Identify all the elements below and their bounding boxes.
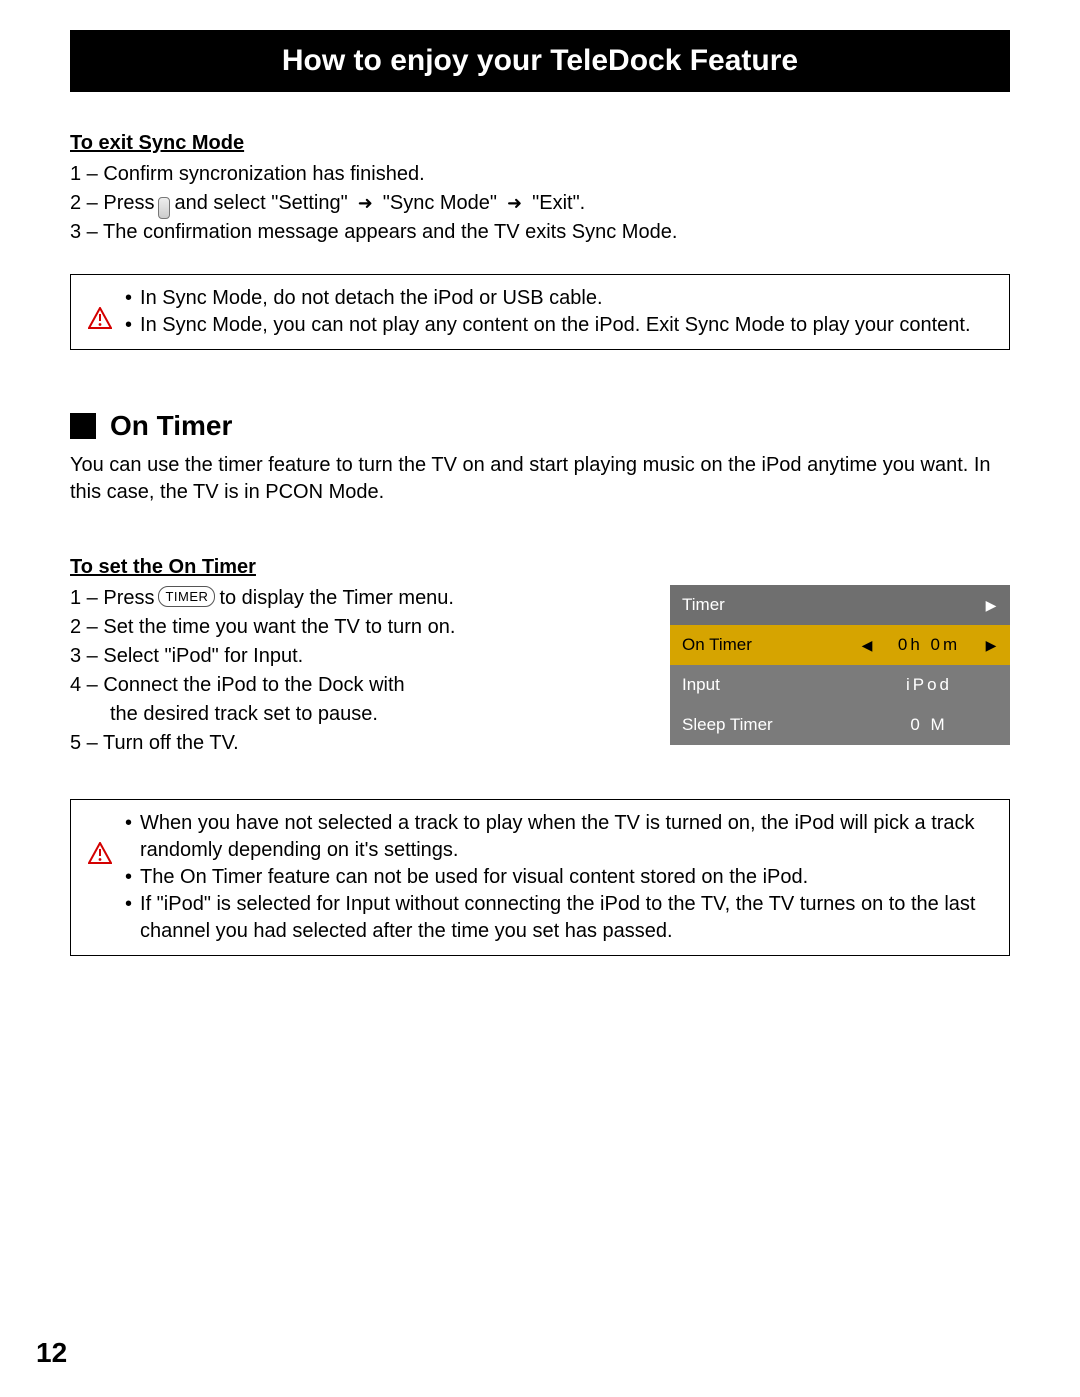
chevron-right-icon: ▶ — [984, 637, 998, 654]
step2-pre: 2 – Press — [70, 190, 154, 217]
osd-on-timer-label: On Timer — [682, 635, 860, 655]
on-timer-step-4: 4 – Connect the iPod to the Dock with — [70, 672, 630, 699]
warning-bullet: •When you have not selected a track to p… — [125, 810, 995, 864]
warning-bullet: •In Sync Mode, you can not play any cont… — [125, 312, 995, 339]
osd-input-row: Input iPod — [670, 665, 1010, 705]
on-timer-step-2: 2 – Set the time you want the TV to turn… — [70, 614, 630, 641]
remote-button-icon — [158, 197, 170, 219]
osd-sleep-label: Sleep Timer — [682, 715, 860, 735]
on-timer-warning-box: •When you have not selected a track to p… — [70, 799, 1010, 956]
warning-bullet: •If "iPod" is selected for Input without… — [125, 891, 995, 945]
page-number: 12 — [36, 1337, 67, 1369]
chevron-right-icon: ▶ — [984, 597, 998, 614]
on-timer-intro: You can use the timer feature to turn th… — [70, 452, 1010, 506]
warning-bullet: •In Sync Mode, do not detach the iPod or… — [125, 285, 995, 312]
arrow-right-icon: ➜ — [358, 191, 373, 215]
sync-exit-step-2: 2 – Press and select "Setting" ➜ "Sync M… — [70, 190, 1010, 217]
sync-exit-step-3: 3 – The confirmation message appears and… — [70, 219, 1010, 246]
arrow-right-icon: ➜ — [507, 191, 522, 215]
sync-exit-step-1: 1 – Confirm syncronization has finished. — [70, 161, 1010, 188]
set-on-timer-heading: To set the On Timer — [70, 556, 1010, 579]
page-title-bar: How to enjoy your TeleDock Feature — [70, 30, 1010, 92]
square-bullet-icon — [70, 413, 96, 439]
step2-exit: "Exit". — [532, 190, 585, 217]
page-title: How to enjoy your TeleDock Feature — [282, 44, 798, 77]
osd-header-label: Timer — [682, 595, 984, 615]
osd-sleep-value: 0 M — [874, 715, 984, 735]
step2-mid: and select "Setting" — [174, 190, 347, 217]
osd-sleep-row: Sleep Timer 0 M — [670, 705, 1010, 745]
osd-on-timer-row: On Timer ◀ 0h 0m ▶ — [670, 625, 1010, 665]
timer-button-icon: TIMER — [158, 586, 215, 607]
step2-sync: "Sync Mode" — [383, 190, 497, 217]
timer-osd-menu: Timer ▶ On Timer ◀ 0h 0m ▶ Input iPod Sl… — [670, 585, 1010, 745]
sync-exit-heading: To exit Sync Mode — [70, 132, 1010, 155]
osd-input-value: iPod — [874, 675, 984, 695]
osd-input-label: Input — [682, 675, 860, 695]
osd-header-row: Timer ▶ — [670, 585, 1010, 625]
chevron-left-icon: ◀ — [860, 637, 874, 654]
on-timer-step-3: 3 – Select "iPod" for Input. — [70, 643, 630, 670]
warning-icon — [88, 842, 112, 864]
osd-on-timer-value: 0h 0m — [874, 635, 984, 655]
warning-icon — [88, 307, 112, 329]
on-timer-step-1: 1 – Press TIMER to display the Timer men… — [70, 585, 630, 612]
on-timer-step-5: 5 – Turn off the TV. — [70, 730, 630, 757]
sync-warning-box: •In Sync Mode, do not detach the iPod or… — [70, 274, 1010, 350]
warning-bullet: •The On Timer feature can not be used fo… — [125, 864, 995, 891]
on-timer-step-4b: the desired track set to pause. — [70, 701, 630, 728]
on-timer-heading: On Timer — [70, 410, 1010, 442]
